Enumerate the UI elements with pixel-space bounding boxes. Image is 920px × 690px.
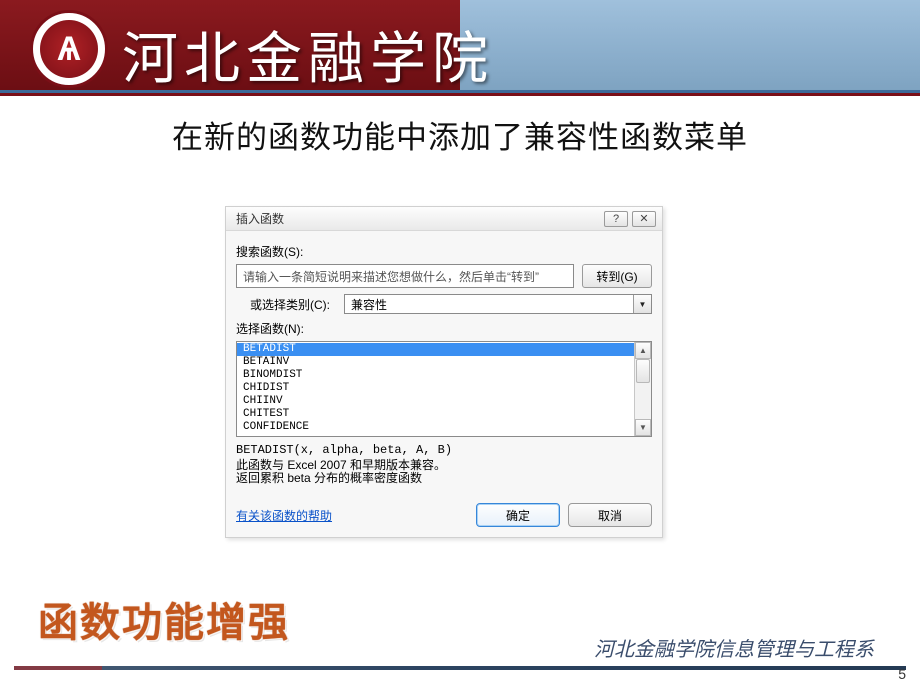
banner: Ѧ 河北金融学院 <box>0 0 920 96</box>
scrollbar[interactable]: ▲ ▼ <box>634 342 651 436</box>
slide-headline: 在新的函数功能中添加了兼容性函数菜单 <box>0 112 920 157</box>
cancel-button[interactable]: 取消 <box>568 503 652 527</box>
dialog-footer: 有关该函数的帮助 确定 取消 <box>236 503 652 527</box>
list-item[interactable]: CHITEST <box>237 408 651 421</box>
bottom-rule <box>14 666 906 670</box>
list-item[interactable]: BETADIST <box>237 343 651 356</box>
dialog-title: 插入函数 <box>236 210 284 227</box>
rule-main <box>102 666 906 670</box>
function-desc-2: 返回累积 beta 分布的概率密度函数 <box>236 472 652 485</box>
search-input[interactable]: 请输入一条简短说明来描述您想做什么，然后单击“转到” <box>236 264 574 288</box>
help-link[interactable]: 有关该函数的帮助 <box>236 507 332 524</box>
scroll-up-icon[interactable]: ▲ <box>635 342 651 359</box>
function-signature: BETADIST(x, alpha, beta, A, B) <box>236 443 652 457</box>
page-number: 5 <box>898 666 906 682</box>
list-item[interactable]: CHIINV <box>237 395 651 408</box>
list-item[interactable]: BETAINV <box>237 356 651 369</box>
list-item[interactable]: CHIDIST <box>237 382 651 395</box>
titlebar-help-button[interactable]: ? <box>604 211 628 227</box>
category-value: 兼容性 <box>345 296 633 313</box>
department-label: 河北金融学院信息管理与工程系 <box>594 633 874 662</box>
section-title: 函数功能增强 <box>38 590 290 648</box>
scroll-down-icon[interactable]: ▼ <box>635 419 651 436</box>
function-list[interactable]: BETADIST BETAINV BINOMDIST CHIDIST CHIIN… <box>236 341 652 437</box>
school-emblem: Ѧ <box>30 10 108 88</box>
search-placeholder: 请输入一条简短说明来描述您想做什么，然后单击“转到” <box>243 268 539 285</box>
go-button[interactable]: 转到(G) <box>582 264 652 288</box>
category-select[interactable]: 兼容性 ▼ <box>344 294 652 314</box>
dialog-titlebar: 插入函数 ? ✕ <box>226 207 662 231</box>
list-item[interactable]: BINOMDIST <box>237 369 651 382</box>
insert-function-dialog: 插入函数 ? ✕ 搜索函数(S): 请输入一条简短说明来描述您想做什么，然后单击… <box>225 206 663 538</box>
school-name: 河北金融学院 <box>122 14 494 95</box>
category-label: 或选择类别(C): <box>250 296 330 313</box>
select-function-label: 选择函数(N): <box>236 320 652 337</box>
ok-button[interactable]: 确定 <box>476 503 560 527</box>
titlebar-close-button[interactable]: ✕ <box>632 211 656 227</box>
list-item[interactable]: CONFIDENCE <box>237 421 651 434</box>
scroll-thumb[interactable] <box>636 359 650 383</box>
emblem-glyph: Ѧ <box>40 20 98 78</box>
dialog-body: 搜索函数(S): 请输入一条简短说明来描述您想做什么，然后单击“转到” 转到(G… <box>226 231 662 537</box>
search-label: 搜索函数(S): <box>236 243 652 260</box>
chevron-down-icon[interactable]: ▼ <box>633 295 651 313</box>
rule-accent <box>14 666 102 670</box>
